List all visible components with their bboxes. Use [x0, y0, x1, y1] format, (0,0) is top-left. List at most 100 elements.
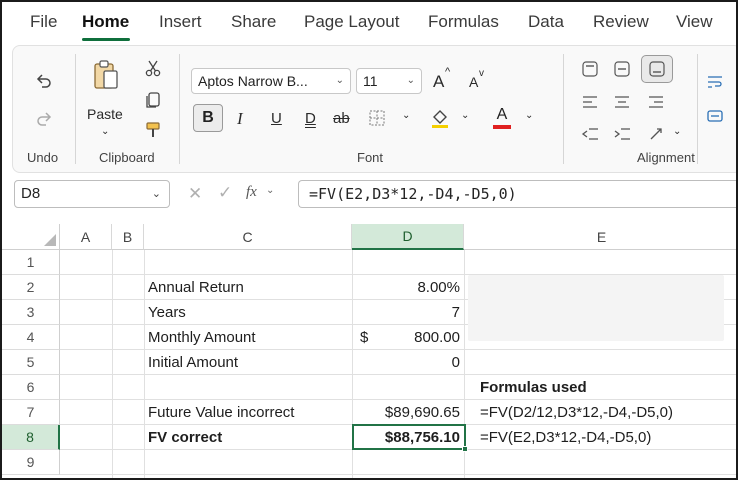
cell-c5[interactable]: Initial Amount: [148, 350, 238, 375]
tab-formulas[interactable]: Formulas: [428, 12, 499, 32]
cell-d4[interactable]: 800.00: [354, 325, 460, 350]
fill-color-icon[interactable]: [429, 106, 451, 130]
font-color-chevron-down-icon[interactable]: ⌄: [525, 110, 533, 121]
chevron-down-icon: ⌄: [335, 75, 344, 86]
fill-handle[interactable]: [462, 446, 468, 452]
row-header-3[interactable]: 3: [2, 300, 60, 325]
underline-button[interactable]: U: [271, 110, 282, 127]
cell-c8[interactable]: FV correct: [148, 425, 222, 450]
cell-e8[interactable]: =FV(E2,D3*12,-D4,-D5,0): [480, 425, 651, 450]
worksheet-grid[interactable]: A B C D E 1 2 3 4 5 6 7 8 9 Annual Retur…: [2, 224, 736, 478]
double-underline-button[interactable]: D: [305, 110, 316, 127]
align-top-icon[interactable]: [579, 58, 601, 80]
chevron-down-icon: ⌄: [151, 188, 161, 200]
orientation-icon[interactable]: [645, 124, 667, 144]
wrap-text-icon[interactable]: [705, 72, 725, 92]
shrink-font-caret-icon: v: [479, 68, 484, 79]
cell-d3[interactable]: 7: [354, 300, 460, 325]
merge-center-icon[interactable]: [705, 106, 725, 126]
column-header-a[interactable]: A: [60, 224, 112, 250]
align-right-icon[interactable]: [645, 92, 667, 112]
cell-e7[interactable]: =FV(D2/12,D3*12,-D4,-D5,0): [480, 400, 673, 425]
ribbon-separator: [563, 54, 564, 164]
row-header-6[interactable]: 6: [2, 375, 60, 400]
row-header-9[interactable]: 9: [2, 450, 60, 475]
grow-font-button[interactable]: A: [433, 72, 444, 92]
tab-share[interactable]: Share: [231, 12, 276, 32]
cell-d2[interactable]: 8.00%: [354, 275, 460, 300]
borders-chevron-down-icon[interactable]: ⌄: [402, 110, 410, 121]
font-group-label: Font: [357, 150, 384, 165]
cell-c4[interactable]: Monthly Amount: [148, 325, 256, 350]
name-box-value: D8: [21, 185, 41, 202]
name-box[interactable]: D8 ⌄: [14, 180, 170, 208]
font-color-bar: [493, 125, 511, 129]
formula-controls: ✕ ✓ fx ⌄: [178, 180, 288, 208]
tab-file[interactable]: File: [30, 12, 57, 32]
enter-icon[interactable]: ✓: [218, 183, 232, 203]
obscured-cell-region: [468, 275, 724, 341]
menu-bar: File Home Insert Share Page Layout Formu…: [2, 2, 736, 44]
ribbon-separator: [179, 54, 180, 164]
fx-chevron-down-icon: ⌄: [266, 185, 275, 196]
row-header-5[interactable]: 5: [2, 350, 60, 375]
formula-input[interactable]: =FV(E2,D3*12,-D4,-D5,0): [298, 180, 736, 208]
tab-review[interactable]: Review: [593, 12, 649, 32]
chevron-down-icon: ⌄: [406, 75, 415, 86]
excel-window: File Home Insert Share Page Layout Formu…: [0, 0, 738, 480]
italic-button[interactable]: I: [237, 109, 243, 129]
row-header-2[interactable]: 2: [2, 275, 60, 300]
column-header-c[interactable]: C: [144, 224, 352, 250]
column-header-b[interactable]: B: [112, 224, 144, 250]
tab-view[interactable]: View: [676, 12, 713, 32]
align-middle-icon[interactable]: [611, 58, 633, 80]
cell-c2[interactable]: Annual Return: [148, 275, 244, 300]
select-all-button[interactable]: [2, 224, 60, 250]
gridline: [112, 250, 113, 478]
alignment-group-label: Alignment: [637, 150, 695, 165]
font-name-value: Aptos Narrow B...: [198, 73, 308, 89]
row-header-8[interactable]: 8: [2, 425, 60, 450]
cut-icon[interactable]: [143, 58, 163, 78]
cancel-icon[interactable]: ✕: [188, 184, 202, 204]
font-name-dropdown[interactable]: Aptos Narrow B... ⌄: [191, 68, 351, 94]
align-center-icon[interactable]: [611, 92, 633, 112]
tab-data[interactable]: Data: [528, 12, 564, 32]
bold-button[interactable]: B: [193, 104, 223, 132]
format-painter-icon[interactable]: [143, 120, 163, 140]
shrink-font-button[interactable]: A: [469, 74, 478, 90]
row-header-4[interactable]: 4: [2, 325, 60, 350]
cell-c7[interactable]: Future Value incorrect: [148, 400, 294, 425]
ribbon-separator: [75, 54, 76, 164]
column-header-d[interactable]: D: [352, 224, 464, 250]
undo-icon[interactable]: [33, 70, 55, 92]
orientation-chevron-down-icon[interactable]: ⌄: [673, 126, 681, 137]
cell-e6[interactable]: Formulas used: [480, 375, 587, 400]
font-color-button[interactable]: A: [491, 106, 513, 130]
redo-icon[interactable]: [33, 108, 55, 130]
tab-page-layout[interactable]: Page Layout: [304, 12, 399, 32]
decrease-indent-icon[interactable]: [579, 124, 601, 144]
copy-icon[interactable]: [143, 90, 163, 110]
cell-d7[interactable]: $89,690.65: [354, 400, 460, 425]
fill-color-chevron-down-icon[interactable]: ⌄: [461, 110, 469, 121]
cell-c3[interactable]: Years: [148, 300, 186, 325]
insert-function-button[interactable]: fx: [246, 184, 257, 201]
borders-icon[interactable]: [367, 108, 387, 128]
tab-insert[interactable]: Insert: [159, 12, 202, 32]
tab-home[interactable]: Home: [82, 12, 129, 32]
increase-indent-icon[interactable]: [611, 124, 633, 144]
paste-icon[interactable]: [91, 58, 121, 92]
font-size-dropdown[interactable]: 11 ⌄: [356, 68, 422, 94]
paste-button[interactable]: Paste: [87, 106, 123, 122]
align-bottom-icon[interactable]: [641, 55, 673, 83]
column-header-e[interactable]: E: [464, 224, 736, 250]
undo-group-label: Undo: [27, 150, 59, 165]
cell-d5[interactable]: 0: [354, 350, 460, 375]
row-header-7[interactable]: 7: [2, 400, 60, 425]
align-left-icon[interactable]: [579, 92, 601, 112]
gridline: [144, 250, 145, 478]
paste-chevron-down-icon[interactable]: ⌄: [101, 126, 109, 137]
strikethrough-button[interactable]: ab: [333, 110, 350, 127]
row-header-1[interactable]: 1: [2, 250, 60, 275]
